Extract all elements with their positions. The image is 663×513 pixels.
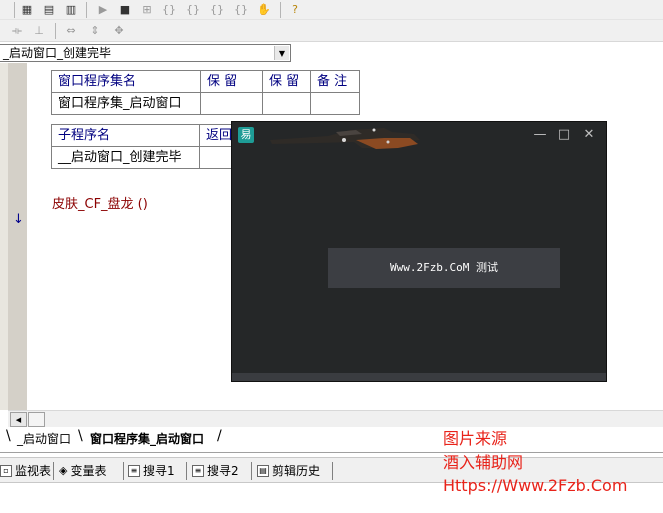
clipboard-icon: ▤ — [257, 465, 269, 477]
tab-search-1[interactable]: ≡ 搜寻1 — [128, 463, 175, 479]
rifle-banner-icon — [270, 128, 420, 149]
watermark-line-2: 酒入辅助网 — [443, 453, 524, 472]
tab-variables-label: 变量表 — [70, 464, 107, 478]
tab-separator — [186, 462, 187, 480]
tab-variables[interactable]: ◈ 变量表 — [59, 463, 106, 479]
editor-gutter[interactable] — [8, 63, 27, 410]
document-tabs: \ _启动窗口 \ 窗口程序集_启动窗口 / — [0, 427, 663, 453]
toolbar-separator — [14, 2, 15, 18]
subroutine-table: 子程序名 返回 __启动窗口_创建完毕 — [51, 124, 260, 169]
same-width-icon[interactable]: ⇔ — [62, 22, 80, 39]
assembly-header-reserved-2[interactable]: 保 留 — [262, 70, 311, 93]
watermark-line-1: 图片来源 — [443, 429, 508, 448]
subroutine-cell-name[interactable]: __启动窗口_创建完毕 — [51, 146, 200, 169]
tab-separator — [53, 462, 54, 480]
tab-search-2-label: 搜寻2 — [207, 464, 239, 478]
layout-3-icon[interactable]: ▥ — [62, 1, 80, 18]
tab-separator — [123, 462, 124, 480]
tab-watch-list[interactable]: ▫ 监视表 — [0, 463, 51, 479]
horizontal-scrollbar[interactable]: ◀ — [8, 410, 663, 427]
assembly-header-name[interactable]: 窗口程序集名 — [51, 70, 201, 93]
watermark-line-3: Https://Www.2Fzb.Com — [443, 476, 628, 495]
tab-startup-window[interactable]: _启动窗口 — [17, 430, 71, 448]
align-vertical-icon[interactable]: ⊥ — [30, 22, 48, 39]
app-logo-icon: 易 — [238, 127, 254, 143]
maximize-icon[interactable]: □ — [554, 126, 574, 144]
skin-preview-window[interactable]: 易 — □ ✕ Www.2Fzb.CoM 测试 — [231, 121, 607, 382]
watch-icon: ▫ — [0, 465, 12, 477]
toolbar-layout: ⟛ ⊥ ⇔ ⇕ ✥ — [0, 20, 663, 42]
popup-bottom-strip — [232, 373, 606, 381]
assembly-header-remark[interactable]: 备 注 — [310, 70, 360, 93]
tab-search-1-label: 搜寻1 — [143, 464, 175, 478]
code-line[interactable]: 皮肤_CF_盘龙 () — [52, 193, 148, 212]
toolbar-main: ▦ ▤ ▥ ▶ ■ ⊞ {} {} {} {} ✋ ? — [0, 0, 663, 20]
tab-edge: \ — [78, 428, 83, 444]
toolbar-separator — [55, 23, 56, 39]
tab-assembly-startup-window[interactable]: 窗口程序集_启动窗口 — [90, 430, 204, 448]
tab-search-2[interactable]: ≡ 搜寻2 — [192, 463, 239, 479]
minimize-icon[interactable]: — — [530, 126, 550, 144]
subroutine-header-name[interactable]: 子程序名 — [51, 124, 200, 147]
scroll-left-icon[interactable]: ◀ — [10, 412, 27, 427]
editor-left-strip — [0, 63, 8, 410]
assembly-cell-name[interactable]: 窗口程序集_启动窗口 — [51, 92, 201, 115]
run-icon[interactable]: ▶ — [94, 1, 112, 18]
tab-clip-history[interactable]: ▤ 剪辑历史 — [257, 463, 320, 479]
assembly-table: 窗口程序集名 保 留 保 留 备 注 窗口程序集_启动窗口 — [51, 70, 360, 115]
close-icon[interactable]: ✕ — [579, 126, 599, 144]
compile-icon[interactable]: ⊞ — [138, 1, 156, 18]
chevron-down-icon[interactable]: ▼ — [274, 46, 289, 60]
tab-separator — [332, 462, 333, 480]
subroutine-combo[interactable]: _启动窗口_创建完毕 ▼ — [0, 44, 291, 62]
test-button[interactable]: Www.2Fzb.CoM 测试 — [328, 248, 560, 288]
search-list-icon: ≡ — [128, 465, 140, 477]
run-to-cursor-icon[interactable]: {} — [232, 1, 250, 18]
tab-edge: / — [217, 428, 222, 444]
toolbar-separator — [280, 2, 281, 18]
align-horizontal-icon[interactable]: ⟛ — [8, 22, 26, 39]
variables-icon: ◈ — [59, 464, 68, 477]
stop-icon[interactable]: ■ — [116, 1, 134, 18]
help-icon[interactable]: ? — [286, 1, 304, 18]
assembly-cell-reserved-2[interactable] — [262, 92, 311, 115]
tab-separator — [251, 462, 252, 480]
same-height-icon[interactable]: ⇕ — [86, 22, 104, 39]
assembly-cell-reserved-1[interactable] — [200, 92, 263, 115]
step-out-icon[interactable]: {} — [208, 1, 226, 18]
assembly-cell-remark[interactable] — [310, 92, 360, 115]
popup-title-bar[interactable]: 易 — □ ✕ — [232, 122, 606, 150]
step-into-icon[interactable]: {} — [160, 1, 178, 18]
tab-edge: \ — [6, 428, 11, 444]
hand-icon[interactable]: ✋ — [255, 1, 273, 18]
tab-watch-list-label: 监视表 — [15, 464, 52, 478]
step-over-icon[interactable]: {} — [184, 1, 202, 18]
subroutine-combo-value: _启动窗口_创建完毕 — [3, 46, 112, 60]
search-list-icon: ≡ — [192, 465, 204, 477]
assembly-header-reserved-1[interactable]: 保 留 — [200, 70, 263, 93]
toolbar-separator — [86, 2, 87, 18]
arrow-down-icon: ↓ — [13, 212, 24, 227]
scroll-thumb[interactable] — [28, 412, 45, 427]
same-size-icon[interactable]: ✥ — [110, 22, 128, 39]
layout-1-icon[interactable]: ▦ — [18, 1, 36, 18]
tab-clip-history-label: 剪辑历史 — [272, 464, 321, 478]
layout-2-icon[interactable]: ▤ — [40, 1, 58, 18]
